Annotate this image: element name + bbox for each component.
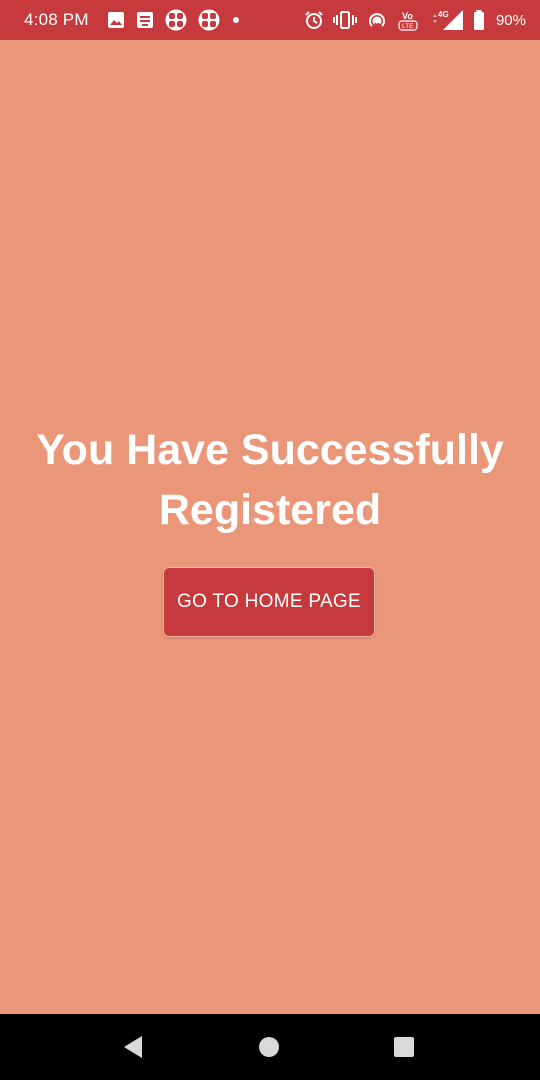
recents-button[interactable]: [374, 1014, 434, 1080]
battery-percent: 90%: [495, 11, 526, 29]
status-time: 4:08 PM: [24, 10, 89, 29]
signal-icon: 4G: [430, 9, 464, 31]
app-icon: [198, 9, 220, 31]
go-to-home-page-button[interactable]: GO TO HOME PAGE: [163, 567, 375, 637]
home-button[interactable]: [239, 1014, 299, 1080]
dot-icon: [231, 15, 241, 25]
svg-text:4G: 4G: [438, 10, 449, 19]
success-message: You Have Successfully Registered: [36, 426, 504, 534]
registration-success-screen: You Have Successfully Registered GO TO H…: [0, 40, 540, 1014]
message-icon: [136, 11, 154, 29]
back-button[interactable]: [103, 1014, 163, 1080]
battery-icon: [473, 10, 485, 30]
recents-icon: [394, 1037, 414, 1057]
hotspot-icon: [366, 10, 388, 30]
home-icon: [259, 1037, 279, 1057]
back-icon: [124, 1036, 142, 1058]
navigation-bar: [0, 1014, 540, 1080]
app-icon: [165, 9, 187, 31]
volte-icon: Vo LTE: [397, 9, 421, 31]
vibrate-icon: [332, 10, 357, 30]
image-icon: [107, 11, 125, 29]
system-status-icons: Vo LTE 4G 90%: [304, 9, 526, 31]
alarm-icon: [304, 10, 324, 30]
svg-text:LTE: LTE: [402, 23, 414, 30]
status-bar: 4:08 PM Vo LTE 4G 90%: [0, 0, 540, 40]
notification-icons: [107, 9, 241, 31]
svg-text:Vo: Vo: [402, 11, 413, 21]
